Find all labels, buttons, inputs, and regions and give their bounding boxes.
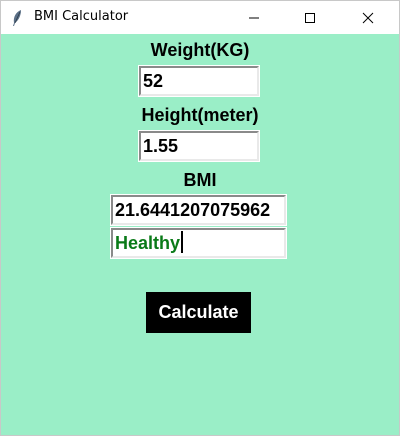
app-window: BMI Calculator Weight(KG) 52 Height(mete… xyxy=(0,0,400,436)
height-input[interactable]: 1.55 xyxy=(138,130,260,162)
status-text: Healthy xyxy=(115,233,181,253)
feather-icon xyxy=(13,10,21,26)
maximize-button[interactable] xyxy=(287,1,333,34)
text-caret xyxy=(181,231,184,253)
weight-input[interactable]: 52 xyxy=(138,65,260,97)
close-button[interactable] xyxy=(345,1,391,34)
minimize-button[interactable] xyxy=(231,1,277,34)
calculate-button[interactable]: Calculate xyxy=(146,292,251,333)
status-field[interactable]: Healthy xyxy=(110,227,287,259)
height-label: Height(meter) xyxy=(141,105,259,125)
bmi-output-field[interactable]: 21.6441207075962 xyxy=(110,194,287,226)
minimize-icon xyxy=(249,17,259,18)
form-area: Weight(KG) 52 Height(meter) 1.55 BMI 21.… xyxy=(1,34,399,435)
bmi-label: BMI xyxy=(183,170,217,190)
weight-label: Weight(KG) xyxy=(150,40,250,60)
window-title: BMI Calculator xyxy=(34,9,129,24)
title-bar[interactable]: BMI Calculator xyxy=(1,1,399,34)
close-icon xyxy=(362,12,374,23)
maximize-icon xyxy=(305,12,315,23)
